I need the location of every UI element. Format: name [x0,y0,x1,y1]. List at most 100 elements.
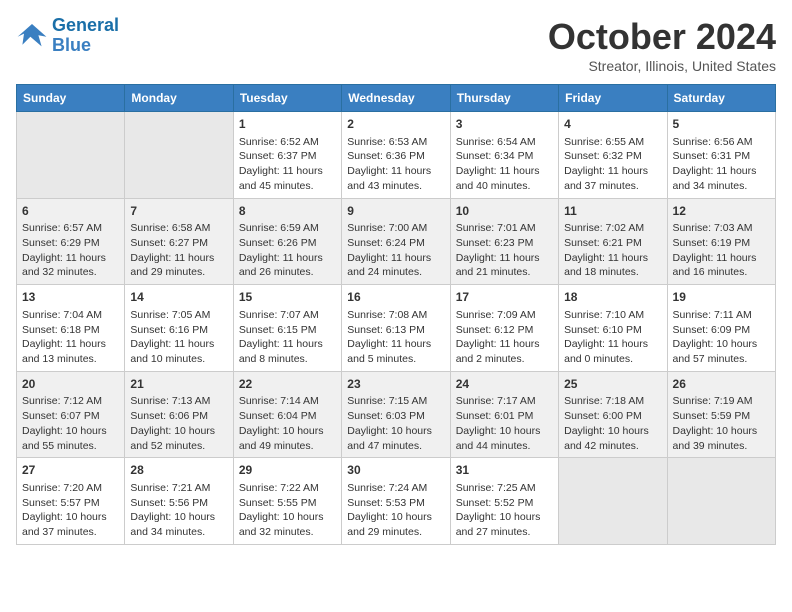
day-info-line: Sunrise: 7:07 AM [239,308,336,323]
day-number: 15 [239,289,336,306]
calendar-cell: 6Sunrise: 6:57 AMSunset: 6:29 PMDaylight… [17,198,125,285]
day-info-line: and 47 minutes. [347,439,444,454]
day-number: 30 [347,462,444,479]
day-info-line: and 27 minutes. [456,525,553,540]
day-number: 9 [347,203,444,220]
day-info-line: Sunset: 6:06 PM [130,409,227,424]
day-info-line: Sunset: 6:19 PM [673,236,770,251]
calendar-week-row: 13Sunrise: 7:04 AMSunset: 6:18 PMDayligh… [17,285,776,372]
day-number: 4 [564,116,661,133]
calendar-cell: 13Sunrise: 7:04 AMSunset: 6:18 PMDayligh… [17,285,125,372]
weekday-header: Saturday [667,85,775,112]
day-info-line: Daylight: 10 hours [22,424,119,439]
day-info-line: Daylight: 11 hours [239,337,336,352]
day-info-line: Daylight: 11 hours [456,251,553,266]
day-info-line: Sunrise: 7:22 AM [239,481,336,496]
day-info-line: Sunset: 6:16 PM [130,323,227,338]
day-info-line: Sunrise: 7:08 AM [347,308,444,323]
day-info-line: Sunrise: 6:57 AM [22,221,119,236]
weekday-header: Friday [559,85,667,112]
day-number: 13 [22,289,119,306]
day-info-line: Sunrise: 7:25 AM [456,481,553,496]
day-info-line: Sunrise: 7:24 AM [347,481,444,496]
weekday-header: Monday [125,85,233,112]
calendar-week-row: 6Sunrise: 6:57 AMSunset: 6:29 PM Daylight… [17,198,776,285]
weekday-header: Wednesday [342,85,450,112]
day-info-line: Sunset: 5:57 PM [22,496,119,511]
day-info-line: Daylight: 10 hours [456,510,553,525]
day-info-line: Sunset: 6:12 PM [456,323,553,338]
day-info-line: Daylight: 11 hours [564,251,661,266]
weekday-header: Sunday [17,85,125,112]
day-info-line: Sunrise: 7:12 AM [22,394,119,409]
day-info-line: Daylight: 11 hours [239,251,336,266]
day-number: 11 [564,203,661,220]
day-info-line: Daylight: 10 hours [673,424,770,439]
calendar-cell: 25Sunrise: 7:18 AMSunset: 6:00 PMDayligh… [559,371,667,458]
day-info-line: Sunrise: 6:56 AM [673,135,770,150]
day-number: 27 [22,462,119,479]
calendar-cell: 10Sunrise: 7:01 AMSunset: 6:23 PMDayligh… [450,198,558,285]
day-number: 31 [456,462,553,479]
day-info-line: Daylight: 11 hours [673,251,770,266]
day-info-line: Daylight: 10 hours [347,424,444,439]
calendar-cell: 12Sunrise: 7:03 AMSunset: 6:19 PMDayligh… [667,198,775,285]
day-info-line: Sunrise: 7:21 AM [130,481,227,496]
day-info-line: Sunset: 6:37 PM [239,149,336,164]
day-info-line: Sunset: 6:13 PM [347,323,444,338]
day-info-line: and 40 minutes. [456,179,553,194]
day-info-line: Sunset: 6:26 PM [239,236,336,251]
calendar-cell: 16Sunrise: 7:08 AMSunset: 6:13 PMDayligh… [342,285,450,372]
day-info-line: Sunset: 5:56 PM [130,496,227,511]
day-info-line: Sunset: 6:34 PM [456,149,553,164]
day-number: 6 [22,203,119,220]
day-info-line: and 42 minutes. [564,439,661,454]
day-info-line: Sunset: 6:21 PM [564,236,661,251]
day-info-line: Sunrise: 6:52 AM [239,135,336,150]
day-info-line: Daylight: 10 hours [564,424,661,439]
day-number: 2 [347,116,444,133]
day-info-line: and 37 minutes. [22,525,119,540]
day-info-line: Daylight: 11 hours [130,337,227,352]
day-info-line: Sunset: 5:52 PM [456,496,553,511]
day-info-line: and 24 minutes. [347,265,444,280]
day-number: 26 [673,376,770,393]
day-info-line: and 34 minutes. [130,525,227,540]
calendar-cell: 22Sunrise: 7:14 AMSunset: 6:04 PMDayligh… [233,371,341,458]
logo: General Blue [16,16,119,56]
logo-text: General Blue [52,16,119,56]
day-info-line: Sunrise: 7:10 AM [564,308,661,323]
day-info-line: Sunset: 6:29 PM [22,236,119,251]
calendar-cell: 24Sunrise: 7:17 AMSunset: 6:01 PMDayligh… [450,371,558,458]
day-info-line: Sunrise: 7:14 AM [239,394,336,409]
logo-line1: General [52,15,119,35]
day-info-line: Daylight: 10 hours [347,510,444,525]
day-info-line: Daylight: 11 hours [673,164,770,179]
day-info-line: Daylight: 11 hours [347,337,444,352]
day-info-line: Daylight: 11 hours [130,251,227,266]
day-info-line: and 29 minutes. [130,265,227,280]
day-info-line: and 10 minutes. [130,352,227,367]
calendar-cell [125,112,233,199]
day-info-line: Daylight: 10 hours [22,510,119,525]
logo-icon [16,22,48,50]
day-info-line: Daylight: 11 hours [564,337,661,352]
day-number: 21 [130,376,227,393]
day-number: 25 [564,376,661,393]
day-info-line: and 13 minutes. [22,352,119,367]
weekday-header: Thursday [450,85,558,112]
day-info-line: Daylight: 11 hours [456,337,553,352]
day-info-line: Sunset: 6:23 PM [456,236,553,251]
day-info-line: Sunset: 6:10 PM [564,323,661,338]
weekday-header: Tuesday [233,85,341,112]
day-info-line: Sunset: 6:07 PM [22,409,119,424]
calendar-cell: 27Sunrise: 7:20 AMSunset: 5:57 PMDayligh… [17,458,125,545]
calendar-cell: 8Sunrise: 6:59 AMSunset: 6:26 PMDaylight… [233,198,341,285]
calendar-cell: 7Sunrise: 6:58 AMSunset: 6:27 PMDaylight… [125,198,233,285]
day-info-line: Sunset: 6:24 PM [347,236,444,251]
title-block: October 2024 Streator, Illinois, United … [548,16,776,74]
day-info-line: and 37 minutes. [564,179,661,194]
day-info-line: Daylight: 11 hours [456,164,553,179]
day-number: 28 [130,462,227,479]
day-number: 23 [347,376,444,393]
